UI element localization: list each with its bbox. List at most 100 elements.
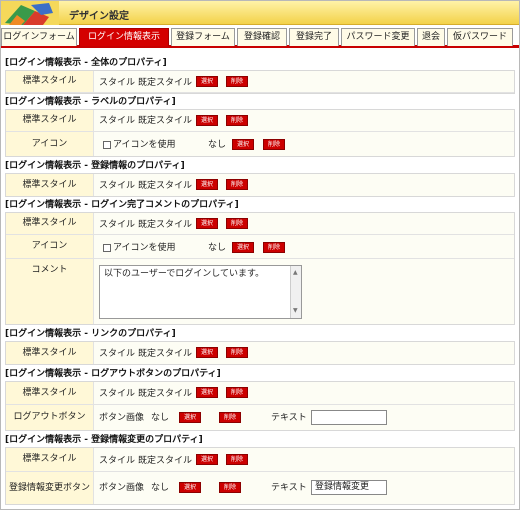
scroll-up-icon[interactable]: ▲	[293, 267, 298, 279]
style-prefix: スタイル	[99, 349, 136, 359]
row-comment: コメント 以下のユーザーでログインしています。 ▲ ▼	[6, 259, 514, 324]
logout-text-input[interactable]	[311, 410, 387, 425]
comment-text: 以下のユーザーでログインしています。	[104, 269, 265, 279]
use-icon-label: アイコンを使用	[113, 140, 176, 150]
row-standard-style: 標準スタイル スタイル 既定スタイル 選択 削除	[6, 110, 514, 132]
section-complete: 標準スタイル スタイル 既定スタイル 選択 削除 アイコン アイコンを使用 なし…	[5, 212, 515, 325]
delete-button[interactable]: 削除	[226, 454, 248, 465]
row-label: 登録情報変更ボタン	[6, 472, 94, 504]
row-standard-style: 標準スタイル スタイル 既定スタイル 選択 削除	[6, 213, 514, 235]
row-logout-button: ログアウトボタン ボタン画像 なし 選択 削除 テキスト	[6, 405, 514, 430]
tab-temp-password[interactable]: 仮パスワード	[447, 28, 513, 46]
section-title-regchange: [ログイン情報表示 - 登録情報変更のプロパティ]	[5, 435, 203, 445]
row-regchange-button: 登録情報変更ボタン ボタン画像 なし 選択 削除 テキスト 登録情報変更	[6, 472, 514, 504]
tab-bar: ログインフォーム ログイン情報表示 登録フォーム 登録確認 登録完了 パスワード…	[1, 28, 519, 48]
row-standard-style: 標準スタイル スタイル 既定スタイル 選択 削除	[6, 174, 514, 196]
delete-button[interactable]: 削除	[226, 76, 248, 87]
select-button[interactable]: 選択	[196, 115, 218, 126]
row-label: アイコン	[6, 235, 94, 258]
style-value: 既定スタイル	[138, 181, 193, 191]
section-reginfo: 標準スタイル スタイル 既定スタイル 選択 削除	[5, 173, 515, 197]
section-title-link: [ログイン情報表示 - リンクのプロパティ]	[5, 329, 176, 339]
row-standard-style: 標準スタイル スタイル 既定スタイル 選択 削除	[6, 382, 514, 405]
row-standard-style: 標準スタイル スタイル 既定スタイル 選択 削除	[6, 448, 514, 472]
delete-button[interactable]: 削除	[263, 242, 285, 253]
row-standard-style: 標準スタイル スタイル 既定スタイル 選択 削除	[6, 71, 514, 93]
tab-password-change[interactable]: パスワード変更	[341, 28, 415, 46]
text-label: テキスト	[271, 413, 307, 423]
row-label: 標準スタイル	[6, 174, 94, 196]
style-value: 既定スタイル	[138, 389, 193, 399]
use-icon-label: アイコンを使用	[113, 243, 176, 253]
comment-scrollbar[interactable]: ▲ ▼	[290, 266, 301, 318]
style-prefix: スタイル	[99, 181, 136, 191]
select-button[interactable]: 選択	[179, 482, 201, 493]
tab-withdraw[interactable]: 退会	[417, 28, 445, 46]
row-label: コメント	[6, 259, 94, 324]
style-value: 既定スタイル	[138, 220, 193, 230]
row-standard-style: 標準スタイル スタイル 既定スタイル 選択 削除	[6, 342, 514, 364]
select-button[interactable]: 選択	[196, 387, 218, 398]
delete-button[interactable]: 削除	[219, 412, 241, 423]
section-title-overall: [ログイン情報表示 - 全体のプロパティ]	[5, 58, 167, 68]
style-prefix: スタイル	[99, 78, 136, 88]
select-button[interactable]: 選択	[232, 242, 254, 253]
tab-register-complete[interactable]: 登録完了	[289, 28, 339, 46]
style-prefix: スタイル	[99, 456, 136, 466]
style-prefix: スタイル	[99, 116, 136, 126]
button-image-value: なし	[151, 483, 170, 493]
style-value: 既定スタイル	[138, 116, 193, 126]
style-value: 既定スタイル	[138, 456, 193, 466]
comment-textarea[interactable]: 以下のユーザーでログインしています。 ▲ ▼	[99, 265, 302, 319]
regchange-text-input[interactable]: 登録情報変更	[311, 480, 387, 495]
tab-login-info[interactable]: ログイン情報表示	[79, 28, 169, 46]
section-title-reginfo: [ログイン情報表示 - 登録情報のプロパティ]	[5, 161, 185, 171]
section-title-label: [ログイン情報表示 - ラベルのプロパティ]	[5, 97, 176, 107]
delete-button[interactable]: 削除	[263, 139, 285, 150]
style-value: 既定スタイル	[138, 78, 193, 88]
window-title: デザイン設定	[69, 11, 129, 22]
section-link: 標準スタイル スタイル 既定スタイル 選択 削除	[5, 341, 515, 365]
delete-button[interactable]: 削除	[226, 347, 248, 358]
select-button[interactable]: 選択	[196, 179, 218, 190]
use-icon-checkbox[interactable]	[103, 141, 111, 149]
button-image-label: ボタン画像	[99, 483, 145, 493]
button-image-value: なし	[151, 413, 170, 423]
select-button[interactable]: 選択	[196, 76, 218, 87]
tab-register-confirm[interactable]: 登録確認	[237, 28, 287, 46]
section-regchange: 標準スタイル スタイル 既定スタイル 選択 削除 登録情報変更ボタン ボタン画像…	[5, 447, 515, 505]
delete-button[interactable]: 削除	[226, 387, 248, 398]
select-button[interactable]: 選択	[196, 454, 218, 465]
row-label: 標準スタイル	[6, 71, 94, 92]
row-label: 標準スタイル	[6, 448, 94, 471]
app-logo-icon	[1, 1, 59, 25]
row-label: 標準スタイル	[6, 342, 94, 364]
tab-login-form[interactable]: ログインフォーム	[1, 28, 77, 46]
style-prefix: スタイル	[99, 220, 136, 230]
tab-register-form[interactable]: 登録フォーム	[171, 28, 235, 46]
row-icon: アイコン アイコンを使用 なし 選択 削除	[6, 132, 514, 156]
select-button[interactable]: 選択	[196, 218, 218, 229]
delete-button[interactable]: 削除	[226, 179, 248, 190]
scroll-down-icon[interactable]: ▼	[293, 305, 298, 317]
row-label: 標準スタイル	[6, 382, 94, 404]
select-button[interactable]: 選択	[196, 347, 218, 358]
row-label: アイコン	[6, 132, 94, 156]
row-label: ログアウトボタン	[6, 405, 94, 430]
section-logout: 標準スタイル スタイル 既定スタイル 選択 削除 ログアウトボタン ボタン画像 …	[5, 381, 515, 431]
icon-value: なし	[208, 140, 227, 150]
use-icon-checkbox[interactable]	[103, 244, 111, 252]
select-button[interactable]: 選択	[232, 139, 254, 150]
delete-button[interactable]: 削除	[226, 218, 248, 229]
title-bar: デザイン設定	[1, 1, 519, 25]
delete-button[interactable]: 削除	[219, 482, 241, 493]
delete-button[interactable]: 削除	[226, 115, 248, 126]
text-label: テキスト	[271, 483, 307, 493]
style-prefix: スタイル	[99, 389, 136, 399]
style-value: 既定スタイル	[138, 349, 193, 359]
row-label: 標準スタイル	[6, 213, 94, 234]
select-button[interactable]: 選択	[179, 412, 201, 423]
section-title-complete: [ログイン情報表示 - ログイン完了コメントのプロパティ]	[5, 200, 239, 210]
icon-value: なし	[208, 243, 227, 253]
row-label: 標準スタイル	[6, 110, 94, 131]
